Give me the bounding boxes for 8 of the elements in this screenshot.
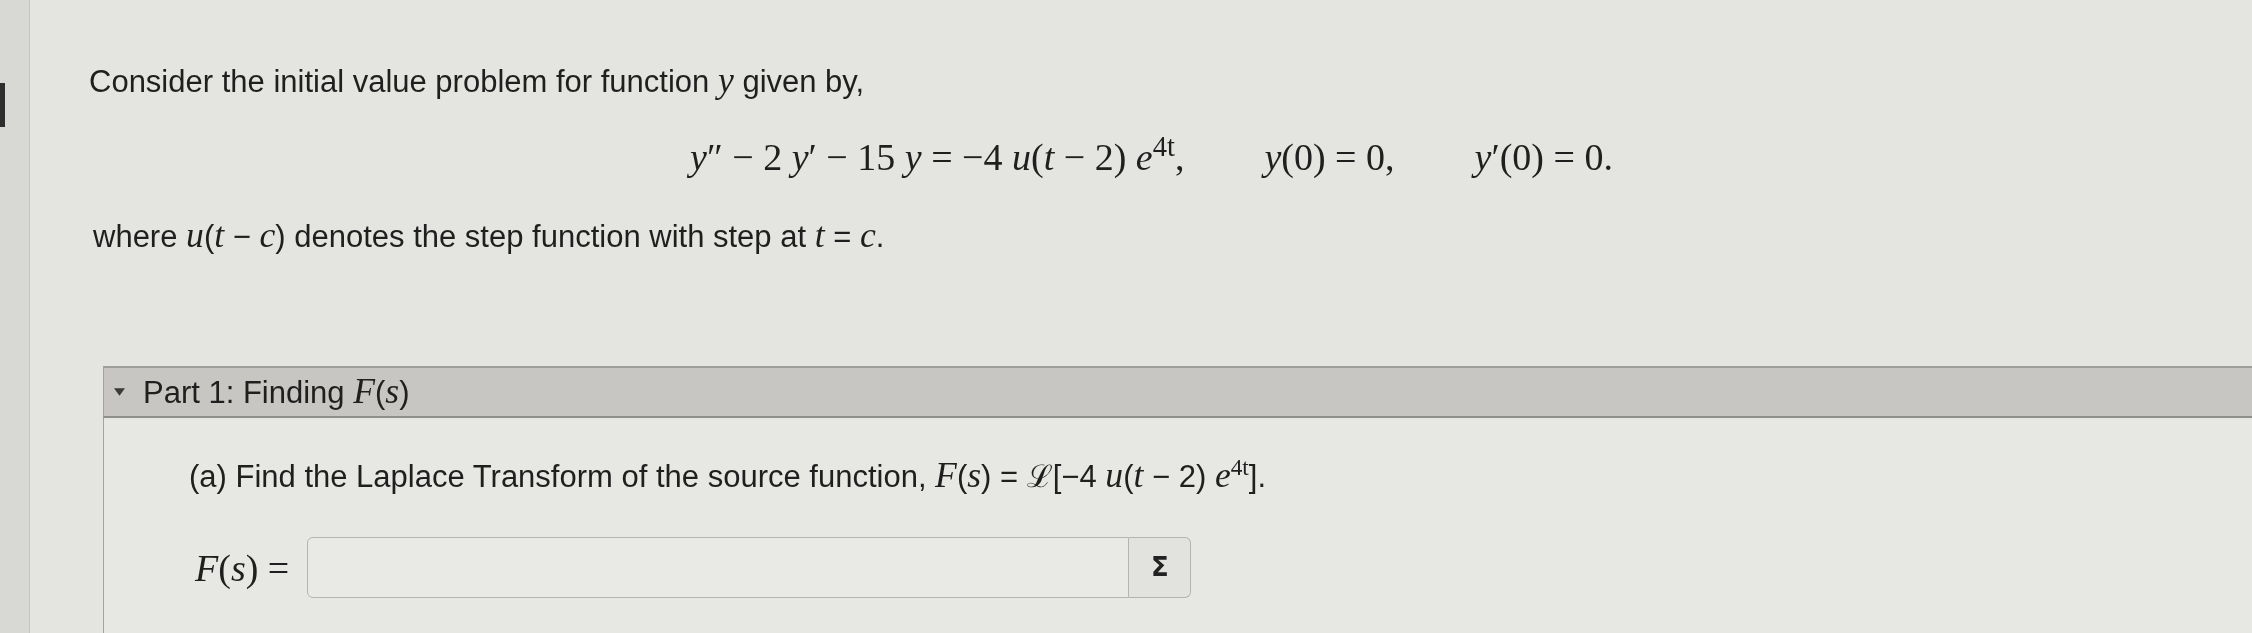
note-text: where u(t − c) denotes the step function with step at t = c. [93,219,885,254]
symbol-button[interactable]: Σ [1129,537,1192,598]
answer-field[interactable] [307,537,1130,598]
section-header[interactable]: Part 1: Finding F(s) [103,366,2252,418]
question-text: (a) Find the Laplace Transform of the source function, F(s) = ℒ[−4 u(t − 2) e$^{4t}$]. [189,457,1268,495]
intro-text: Consider the initial value problem for function y given by, [89,64,865,99]
answer-label: F(s) = [195,545,290,590]
indicator-bar [0,83,5,127]
